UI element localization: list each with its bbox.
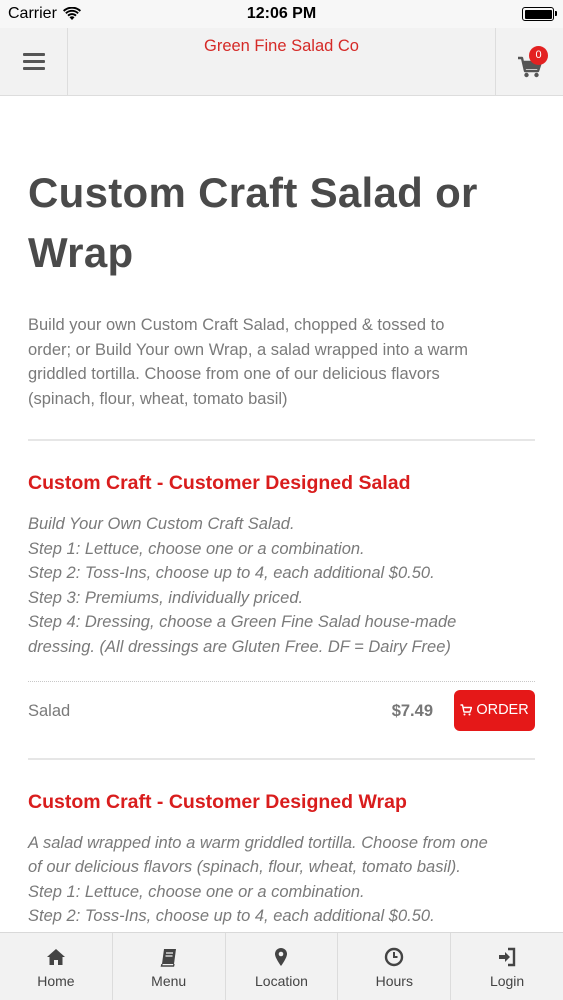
tab-label: Hours (375, 973, 413, 989)
order-button[interactable]: ORDER (454, 689, 535, 731)
category-description: Build your own Custom Craft Salad, chopp… (28, 313, 535, 411)
menu-item-title[interactable]: Custom Craft - Customer Designed Salad (28, 471, 535, 495)
cart-count-badge: 0 (529, 46, 548, 65)
app-header: Green Fine Salad Co 0 (0, 28, 563, 96)
menu-item-wrap: Custom Craft - Customer Designed Wrap A … (28, 760, 535, 929)
description-line: of our delicious flavors (spinach, flour… (28, 858, 461, 877)
battery-icon (522, 7, 557, 21)
menu-item-description: Build Your Own Custom Craft Salad. Step … (28, 512, 535, 660)
description-line: A salad wrapped into a warm griddled tor… (28, 833, 488, 852)
page-title-line: Custom Craft Salad or (28, 169, 478, 216)
map-marker-icon (275, 948, 288, 966)
page-title: Custom Craft Salad or Wrap (28, 163, 535, 283)
bottom-tab-bar: Home Menu Location Hours Login (0, 932, 563, 1000)
size-label: Salad (28, 701, 71, 720)
description-line: Step 3: Premiums, individually priced. (28, 588, 304, 607)
description-line: order; or Build Your own Wrap, a salad w… (28, 340, 468, 359)
status-time: 12:06 PM (246, 5, 317, 22)
menu-content[interactable]: Custom Craft Salad or Wrap Build your ow… (0, 97, 563, 932)
restaurant-name: Green Fine Salad Co (203, 37, 359, 55)
book-icon (160, 949, 176, 967)
description-line: Step 2: Toss-Ins, choose up to 4, each a… (28, 907, 435, 926)
cart-icon (460, 704, 473, 716)
price-row: Salad $7.49 ORDER (28, 682, 535, 749)
menu-item-salad: Custom Craft - Customer Designed Salad B… (28, 441, 535, 749)
tab-hours[interactable]: Hours (338, 933, 452, 1000)
tab-label: Home (37, 973, 75, 989)
clock-icon (385, 947, 404, 967)
order-button-label: ORDER (476, 702, 529, 719)
item-price: $7.49 (391, 701, 433, 720)
description-line: Step 1: Lettuce, choose one or a combina… (28, 882, 365, 901)
page-title-line: Wrap (28, 229, 134, 276)
menu-item-title[interactable]: Custom Craft - Customer Designed Wrap (28, 790, 535, 814)
hamburger-icon (22, 53, 45, 70)
description-line: (spinach, flour, wheat, tomato basil) (28, 389, 288, 408)
cart-button[interactable]: 0 (495, 28, 563, 95)
description-line: Build Your Own Custom Craft Salad. (28, 515, 295, 533)
tab-location[interactable]: Location (226, 933, 339, 1000)
description-line: Build your own Custom Craft Salad, chopp… (28, 316, 445, 334)
menu-button[interactable] (0, 28, 68, 95)
description-line: Step 1: Lettuce, choose one or a combina… (28, 539, 365, 558)
tab-home[interactable]: Home (0, 933, 113, 1000)
description-line: dressing. (All dressings are Gluten Free… (28, 637, 451, 656)
status-bar: Carrier 12:06 PM (0, 0, 563, 28)
tab-label: Location (255, 973, 308, 989)
login-icon (499, 947, 516, 967)
tab-login[interactable]: Login (451, 933, 563, 1000)
tab-label: Login (489, 973, 525, 989)
tab-label: Menu (151, 973, 187, 989)
home-icon (46, 949, 65, 965)
description-line: Step 2: Toss-Ins, choose up to 4, each a… (28, 564, 435, 583)
menu-item-description: A salad wrapped into a warm griddled tor… (28, 831, 535, 929)
description-line: Step 4: Dressing, choose a Green Fine Sa… (28, 613, 457, 632)
tab-menu[interactable]: Menu (113, 933, 226, 1000)
description-line: griddled tortilla. Choose from one of ou… (28, 365, 440, 383)
